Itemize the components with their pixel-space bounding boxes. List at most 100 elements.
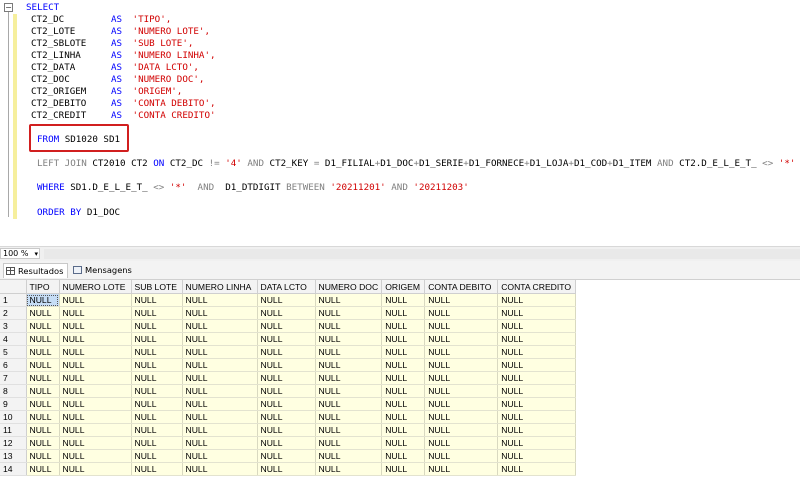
row-number[interactable]: 2: [0, 306, 27, 320]
table-cell[interactable]: NULL: [182, 345, 258, 359]
table-cell[interactable]: NULL: [182, 319, 258, 333]
table-cell[interactable]: NULL: [381, 449, 426, 463]
results-grid[interactable]: TIPO NUMERO LOTE SUB LOTE NUMERO LINHA DATA …: [0, 280, 800, 494]
table-cell[interactable]: NULL: [131, 293, 183, 307]
table-cell[interactable]: NULL: [182, 358, 258, 372]
table-cell[interactable]: NULL: [315, 423, 383, 437]
table-cell[interactable]: NULL: [182, 293, 258, 307]
tab-messages[interactable]: Mensagens: [71, 263, 136, 278]
table-cell[interactable]: NULL: [257, 319, 316, 333]
table-cell[interactable]: NULL: [59, 462, 132, 476]
table-cell[interactable]: NULL: [257, 462, 316, 476]
tab-results[interactable]: Resultados: [3, 263, 69, 278]
row-number[interactable]: 1: [0, 293, 27, 307]
row-number[interactable]: 6: [0, 358, 27, 372]
row-number[interactable]: 12: [0, 436, 27, 450]
table-row[interactable]: 13 NULL NULL NULL NULL NULL NULL NULL NULL NULL: [0, 449, 577, 463]
table-cell[interactable]: NULL: [497, 462, 577, 476]
table-cell[interactable]: NULL: [26, 358, 60, 372]
table-cell[interactable]: NULL: [26, 423, 60, 437]
table-cell[interactable]: NULL: [257, 436, 316, 450]
table-cell[interactable]: NULL: [59, 410, 132, 424]
corner-header[interactable]: [0, 280, 27, 294]
table-row[interactable]: 8 NULL NULL NULL NULL NULL NULL NULL NULL NULL: [0, 384, 577, 398]
table-cell[interactable]: NULL: [497, 345, 577, 359]
table-cell[interactable]: NULL: [182, 423, 258, 437]
table-cell[interactable]: NULL: [497, 449, 577, 463]
table-cell[interactable]: NULL: [381, 436, 426, 450]
table-cell[interactable]: NULL: [315, 332, 383, 346]
row-number[interactable]: 8: [0, 384, 27, 398]
zoom-select[interactable]: 100 % ▾: [0, 248, 40, 259]
table-row[interactable]: 11 NULL NULL NULL NULL NULL NULL NULL NULL NULL: [0, 423, 577, 437]
table-cell[interactable]: NULL: [59, 449, 132, 463]
table-cell[interactable]: NULL: [497, 358, 577, 372]
table-cell[interactable]: NULL: [131, 423, 183, 437]
table-cell[interactable]: NULL: [26, 345, 60, 359]
table-cell[interactable]: NULL: [424, 332, 499, 346]
table-cell[interactable]: NULL: [59, 332, 132, 346]
table-cell[interactable]: NULL: [26, 449, 60, 463]
table-row[interactable]: 2 NULL NULL NULL NULL NULL NULL NULL NULL NULL: [0, 306, 577, 320]
table-cell[interactable]: NULL: [131, 345, 183, 359]
table-cell[interactable]: NULL: [381, 332, 426, 346]
table-cell[interactable]: NULL: [497, 423, 577, 437]
table-cell[interactable]: NULL: [182, 384, 258, 398]
column-header[interactable]: SUB LOTE: [131, 280, 183, 294]
row-number[interactable]: 14: [0, 462, 27, 476]
table-cell[interactable]: NULL: [497, 397, 577, 411]
table-row[interactable]: 9 NULL NULL NULL NULL NULL NULL NULL NULL NULL: [0, 397, 577, 411]
column-header[interactable]: TIPO: [26, 280, 60, 294]
table-cell[interactable]: NULL: [315, 397, 383, 411]
table-cell[interactable]: NULL: [257, 384, 316, 398]
table-cell[interactable]: NULL: [257, 345, 316, 359]
table-cell[interactable]: NULL: [424, 293, 499, 307]
table-cell[interactable]: NULL: [381, 306, 426, 320]
collapse-toggle-icon[interactable]: −: [4, 3, 13, 12]
table-cell[interactable]: NULL: [26, 384, 60, 398]
table-cell[interactable]: NULL: [424, 345, 499, 359]
column-header[interactable]: DATA LCTO: [257, 280, 316, 294]
table-cell[interactable]: NULL: [26, 306, 60, 320]
table-cell[interactable]: NULL: [59, 358, 132, 372]
table-cell[interactable]: NULL: [315, 358, 383, 372]
table-row[interactable]: 4 NULL NULL NULL NULL NULL NULL NULL NULL NULL: [0, 332, 577, 346]
table-cell[interactable]: NULL: [424, 449, 499, 463]
table-cell[interactable]: NULL: [315, 293, 383, 307]
table-cell[interactable]: NULL: [381, 293, 426, 307]
table-cell[interactable]: NULL: [424, 306, 499, 320]
table-cell[interactable]: NULL: [182, 436, 258, 450]
table-cell[interactable]: NULL: [315, 436, 383, 450]
row-number[interactable]: 11: [0, 423, 27, 437]
table-cell[interactable]: NULL: [315, 319, 383, 333]
table-row[interactable]: 1 NULL NULL NULL NULL NULL NULL NULL NULL NULL: [0, 293, 577, 307]
table-cell[interactable]: NULL: [257, 410, 316, 424]
row-number[interactable]: 3: [0, 319, 27, 333]
table-cell[interactable]: NULL: [424, 319, 499, 333]
table-cell[interactable]: NULL: [381, 423, 426, 437]
row-number[interactable]: 5: [0, 345, 27, 359]
table-cell[interactable]: NULL: [131, 332, 183, 346]
table-cell[interactable]: NULL: [381, 319, 426, 333]
table-cell[interactable]: NULL: [381, 397, 426, 411]
table-cell[interactable]: NULL: [257, 371, 316, 385]
table-cell[interactable]: NULL: [182, 397, 258, 411]
column-header[interactable]: CONTA CREDITO: [497, 280, 577, 294]
table-cell[interactable]: NULL: [381, 358, 426, 372]
table-cell[interactable]: NULL: [497, 293, 577, 307]
table-cell[interactable]: NULL: [59, 345, 132, 359]
table-cell[interactable]: NULL: [131, 319, 183, 333]
horizontal-scrollbar[interactable]: [44, 249, 800, 259]
table-row[interactable]: 3 NULL NULL NULL NULL NULL NULL NULL NULL NULL: [0, 319, 577, 333]
table-row[interactable]: 5 NULL NULL NULL NULL NULL NULL NULL NULL NULL: [0, 345, 577, 359]
column-header[interactable]: NUMERO LOTE: [59, 280, 132, 294]
table-cell[interactable]: NULL: [182, 306, 258, 320]
table-cell[interactable]: NULL: [257, 423, 316, 437]
table-cell[interactable]: NULL: [381, 384, 426, 398]
column-header[interactable]: NUMERO LINHA: [182, 280, 258, 294]
table-cell[interactable]: NULL: [131, 306, 183, 320]
row-number[interactable]: 9: [0, 397, 27, 411]
table-cell[interactable]: NULL: [424, 436, 499, 450]
table-cell[interactable]: NULL: [59, 371, 132, 385]
table-row[interactable]: 7 NULL NULL NULL NULL NULL NULL NULL NULL NULL: [0, 371, 577, 385]
